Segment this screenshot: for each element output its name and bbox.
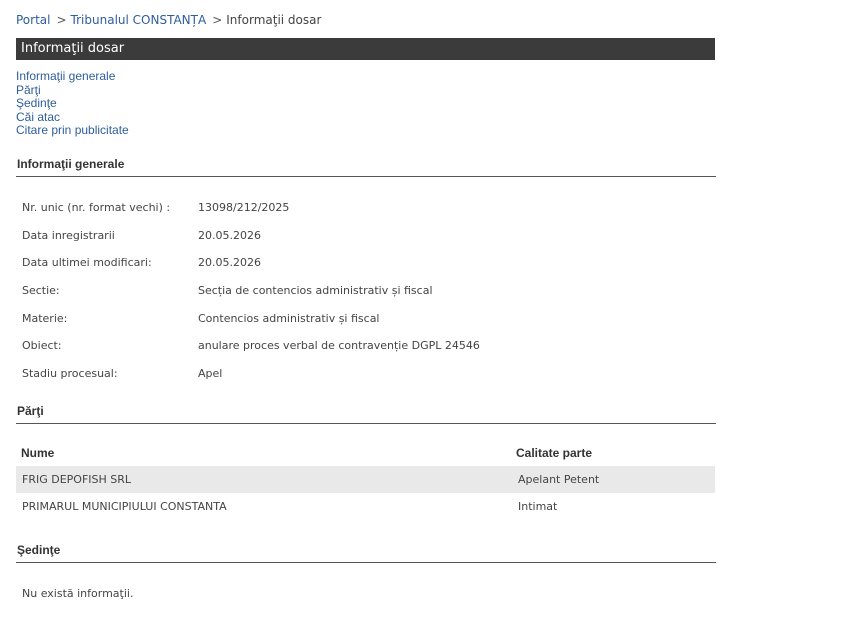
section-heading-general-info: Informaţii generale — [16, 157, 716, 177]
nav-link-hearings[interactable]: Şedinţe — [16, 97, 129, 111]
info-value: anulare proces verbal de contravenție DG… — [198, 339, 480, 353]
section-heading-parties: Părţi — [16, 404, 716, 424]
info-value: 20.05.2026 — [198, 228, 261, 242]
info-label: Data ultimei modificari: — [22, 256, 152, 270]
party-name: FRIG DEPOFISH SRL — [22, 473, 132, 486]
breadcrumb-current: Informaţii dosar — [226, 13, 322, 27]
nav-link-general-info[interactable]: Informaţii generale — [16, 69, 129, 84]
info-row-procedural-stage: Stadiu procesual: Apel — [22, 360, 480, 388]
info-value: Apel — [198, 366, 223, 380]
info-row-case-number: Nr. unic (nr. format vechi) : 13098/212/… — [22, 194, 480, 222]
info-value: Contencios administrativ și fiscal — [198, 311, 380, 325]
column-header-name: Nume — [21, 446, 55, 460]
info-label: Sectie: — [22, 284, 60, 298]
info-row-last-modified: Data ultimei modificari: 20.05.2026 — [22, 249, 480, 277]
info-label: Nr. unic (nr. format vechi) : — [22, 201, 171, 215]
breadcrumb-court-link[interactable]: Tribunalul CONSTANȚA — [71, 13, 207, 27]
info-value: 13098/212/2025 — [198, 201, 290, 215]
breadcrumb-portal-link[interactable]: Portal — [16, 13, 50, 27]
nav-link-parties[interactable]: Părţi — [16, 83, 129, 98]
info-label: Obiect: — [22, 339, 62, 353]
breadcrumb: Portal > Tribunalul CONSTANȚA > Informaţii d… — [16, 13, 321, 27]
info-label: Materie: — [22, 311, 68, 325]
general-info-table: Nr. unic (nr. format vechi) : 13098/212/… — [22, 194, 480, 387]
info-row-matter: Materie: Contencios administrativ și fis… — [22, 304, 480, 332]
table-row: PRIMARUL MUNICIPIULUI CONSTANTA Intimat — [16, 493, 715, 520]
table-header-row: Nume Calitate parte — [16, 440, 715, 466]
info-row-object: Obiect: anulare proces verbal de contrav… — [22, 332, 480, 360]
info-row-registration-date: Data inregistrarii 20.05.2026 — [22, 222, 480, 250]
breadcrumb-separator: > — [56, 13, 67, 27]
section-heading-hearings: Şedinţe — [16, 543, 716, 563]
nav-link-public-summons[interactable]: Citare prin publicitate — [16, 124, 129, 138]
info-label: Stadiu procesual: — [22, 366, 118, 380]
info-label: Data inregistrarii — [22, 228, 115, 242]
parties-table: Nume Calitate parte FRIG DEPOFISH SRL Ap… — [16, 440, 715, 520]
column-header-role: Calitate parte — [516, 446, 593, 460]
party-role: Apelant Petent — [518, 473, 600, 486]
section-quick-nav: Informaţii generale Părţi Şedinţe Căi at… — [16, 69, 129, 138]
hearings-empty-message: Nu există informaţii. — [22, 587, 134, 600]
info-row-section: Sectie: Secția de contencios administrat… — [22, 277, 480, 305]
nav-link-appeals[interactable]: Căi atac — [16, 110, 129, 125]
party-role: Intimat — [518, 500, 558, 513]
table-row: FRIG DEPOFISH SRL Apelant Petent — [16, 466, 715, 493]
breadcrumb-separator: > — [212, 13, 223, 27]
page-title: Informaţii dosar — [16, 38, 715, 60]
info-value: 20.05.2026 — [198, 256, 261, 270]
info-value: Secția de contencios administrativ și fi… — [198, 284, 433, 298]
party-name: PRIMARUL MUNICIPIULUI CONSTANTA — [22, 500, 227, 513]
